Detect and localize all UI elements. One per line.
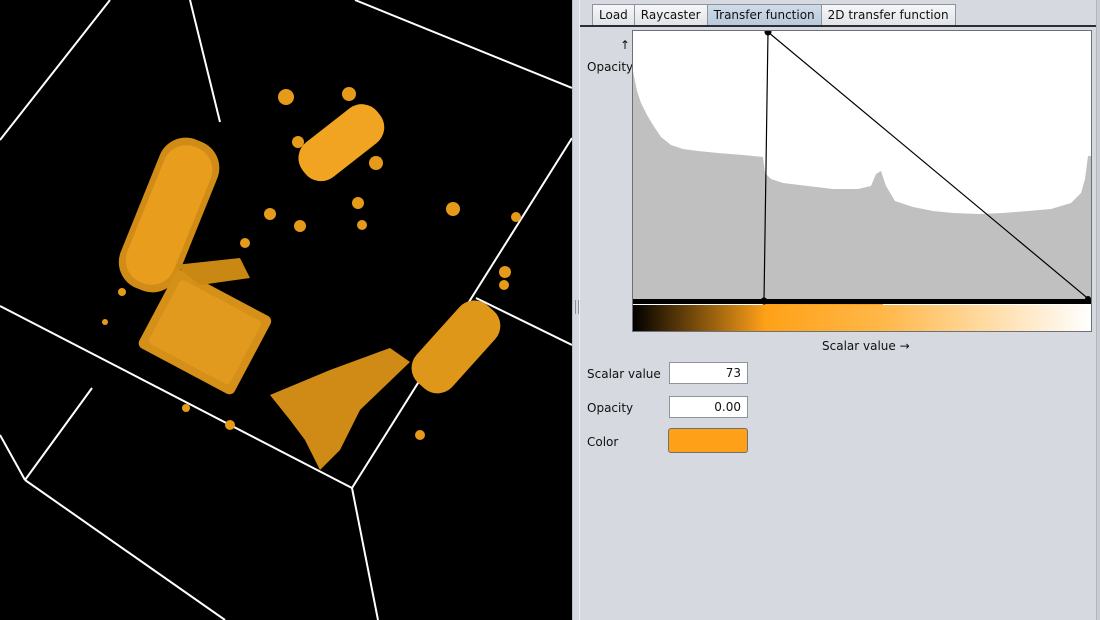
split-pane-divider[interactable]	[572, 0, 580, 620]
tab-underline	[580, 25, 1096, 27]
opacity-axis-arrow: ↑	[620, 38, 631, 52]
tab-load[interactable]: Load	[592, 4, 635, 26]
color-gradient-bar	[633, 305, 1091, 331]
tab-transfer-function[interactable]: Transfer function	[706, 4, 822, 26]
opacity-field[interactable]	[669, 396, 748, 418]
color-picker-button[interactable]	[668, 428, 748, 453]
color-label: Color	[587, 435, 619, 449]
scalar-axis-label: Scalar value →	[822, 339, 910, 353]
volume-render	[0, 0, 572, 620]
opacity-label: Opacity	[587, 401, 634, 415]
opacity-axis-label: Opacity	[587, 60, 634, 74]
volume-objects	[102, 87, 521, 470]
divider-grip-icon[interactable]	[575, 300, 579, 314]
render-viewport[interactable]	[0, 0, 572, 620]
tab-2d-transfer-function[interactable]: 2D transfer function	[820, 4, 956, 26]
scalar-value-field[interactable]	[669, 362, 748, 384]
tab-bar: Load Raycaster Transfer function 2D tran…	[592, 4, 956, 26]
control-panel: Load Raycaster Transfer function 2D tran…	[580, 0, 1100, 620]
control-point[interactable]	[1085, 296, 1091, 302]
transfer-function-editor[interactable]	[632, 30, 1092, 332]
panel-right-edge	[1096, 0, 1100, 620]
control-point[interactable]	[760, 297, 768, 305]
scalar-value-label: Scalar value	[587, 367, 661, 381]
tab-raycaster[interactable]: Raycaster	[633, 4, 708, 26]
